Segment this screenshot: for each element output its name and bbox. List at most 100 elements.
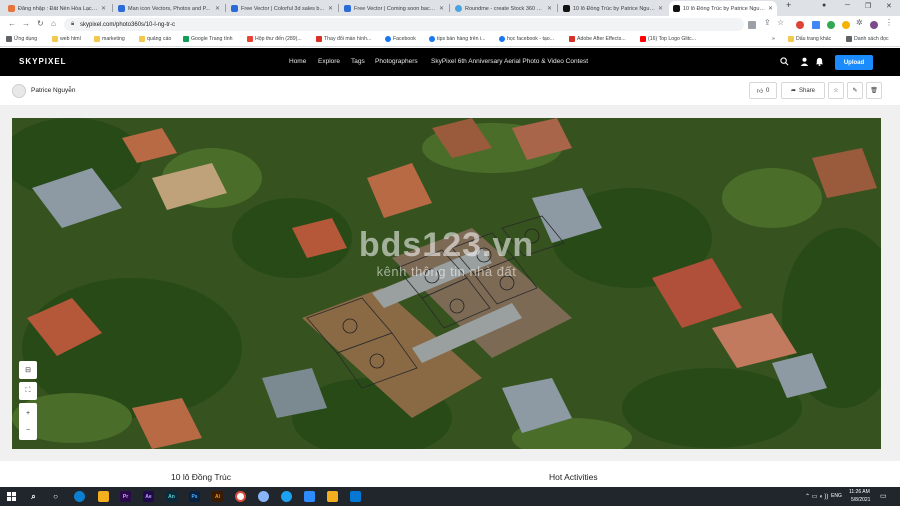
tab-close-icon[interactable]: ✕ bbox=[439, 5, 444, 12]
browser-tab[interactable]: 10 lô Đồng Trúc by Patrice Nguy... ✕ bbox=[559, 1, 667, 16]
browser-tab-active[interactable]: 10 lô Đồng Trúc by Patrice Nguy... ✕ bbox=[669, 1, 777, 16]
lock-icon[interactable]: 🔒︎ bbox=[71, 21, 74, 28]
bookmark-link[interactable]: Adobe After Effects... bbox=[569, 36, 626, 42]
bookmark-link[interactable]: Google Trang tính bbox=[183, 36, 233, 42]
skypixel-logo[interactable]: SKYPIXEL bbox=[19, 57, 67, 66]
share-page-icon[interactable]: ⇪ bbox=[764, 18, 771, 27]
vr-mode-button[interactable]: ⊟ bbox=[19, 361, 37, 379]
search-icon[interactable] bbox=[780, 57, 789, 68]
minimize-button[interactable]: ─ bbox=[845, 2, 850, 9]
nav-tags[interactable]: Tags bbox=[351, 58, 365, 65]
file-explorer-icon[interactable] bbox=[98, 491, 109, 502]
screen-cast-icon[interactable] bbox=[748, 21, 756, 29]
after-effects-icon[interactable]: Ae bbox=[143, 491, 154, 502]
animate-icon[interactable]: An bbox=[166, 491, 177, 502]
like-button[interactable]: 👍︎ 0 bbox=[749, 82, 777, 99]
reading-list[interactable]: Danh sách đọc bbox=[846, 36, 889, 42]
tab-close-icon[interactable]: ✕ bbox=[101, 5, 106, 12]
address-bar[interactable]: 🔒︎ skypixel.com/photo360s/10-l-ng-tr-c bbox=[64, 18, 744, 31]
app-icon[interactable] bbox=[350, 491, 361, 502]
photoshop-icon[interactable]: Ps bbox=[189, 491, 200, 502]
clock-time[interactable]: 11:26 AM bbox=[849, 489, 870, 495]
favorite-button[interactable]: ☆ bbox=[828, 82, 844, 99]
extension-icon[interactable] bbox=[842, 21, 850, 29]
aerial-360-photo[interactable]: bds123.vn kênh thông tin nhà đất bbox=[12, 118, 881, 449]
nav-explore[interactable]: Explore bbox=[318, 58, 340, 65]
upload-button[interactable]: Upload bbox=[835, 55, 873, 70]
new-tab-button[interactable]: + bbox=[786, 0, 791, 10]
bookmark-star-icon[interactable]: ☆ bbox=[777, 18, 784, 27]
folder-icon[interactable] bbox=[327, 491, 338, 502]
browser-tab[interactable]: Roundme - create Stock 360 VR... ✕ bbox=[451, 1, 556, 16]
browser-tab[interactable]: Free Vector | Colorful 3d sales b... ✕ bbox=[227, 1, 337, 16]
zoom-app-icon[interactable] bbox=[304, 491, 315, 502]
language-indicator[interactable]: ENG bbox=[831, 493, 842, 499]
extensions-puzzle-icon[interactable]: ✲ bbox=[856, 18, 863, 27]
bookmark-link[interactable]: tips bán hàng trên i... bbox=[429, 36, 485, 42]
avatar[interactable] bbox=[12, 84, 26, 98]
bookmarks-bar: Ứng dụng web html marketing quảng cáo Go… bbox=[0, 33, 900, 47]
back-icon[interactable]: ← bbox=[8, 19, 16, 28]
bookmarks-overflow-chevron-icon[interactable]: » bbox=[772, 36, 775, 42]
menu-dots-icon[interactable]: ⋮ bbox=[885, 18, 893, 27]
edit-button[interactable]: ✎ bbox=[847, 82, 863, 99]
app-icon[interactable] bbox=[281, 491, 292, 502]
bookmark-link[interactable]: Hộp thư đến (289)... bbox=[247, 36, 302, 42]
extension-icon[interactable] bbox=[827, 21, 835, 29]
search-icon[interactable]: ⌕ bbox=[28, 491, 39, 502]
zoom-in-icon[interactable]: + bbox=[26, 405, 30, 422]
home-icon[interactable]: ⌂ bbox=[51, 19, 56, 28]
edge-icon[interactable] bbox=[74, 491, 85, 502]
url-text: skypixel.com/photo360s/10-l-ng-tr-c bbox=[80, 21, 176, 28]
clock-date[interactable]: 5/8/2021 bbox=[851, 497, 870, 503]
reading-list-icon bbox=[846, 36, 852, 42]
share-button[interactable]: ➦ Share bbox=[781, 82, 825, 99]
nav-contest[interactable]: SkyPixel 6th Anniversary Aerial Photo & … bbox=[431, 58, 588, 65]
bookmark-link[interactable]: Facebook bbox=[385, 36, 416, 42]
bookmark-folder[interactable]: marketing bbox=[94, 36, 125, 42]
bookmark-folder-other[interactable]: Dấu trang khác bbox=[788, 36, 831, 42]
premiere-icon[interactable]: Pr bbox=[120, 491, 131, 502]
close-window-button[interactable]: ✕ bbox=[886, 2, 892, 10]
notification-bell-icon[interactable] bbox=[815, 57, 824, 68]
reload-icon[interactable]: ↻ bbox=[37, 19, 44, 28]
system-tray-icons[interactable]: ⌃ ▭ ◖ )) bbox=[805, 493, 828, 500]
tab-close-icon[interactable]: ✕ bbox=[658, 5, 663, 12]
browser-tab[interactable]: Free Vector | Coming soon backg... ✕ bbox=[340, 1, 448, 16]
thumbs-up-icon: 👍︎ bbox=[756, 88, 763, 95]
tab-close-icon[interactable]: ✕ bbox=[328, 5, 333, 12]
maximize-button[interactable]: ❐ bbox=[865, 2, 871, 10]
extension-icon[interactable] bbox=[812, 21, 820, 29]
notification-center-icon[interactable]: ▭ bbox=[880, 492, 887, 500]
browser-tab[interactable]: Đăng nhập : Đất Nền Hòa Lạc - ... ✕ bbox=[4, 1, 110, 16]
gmail-icon bbox=[247, 36, 253, 42]
bookmark-link[interactable]: học facebook - tạo... bbox=[499, 36, 554, 42]
bookmark-link[interactable]: (16) Top Logo Glitc... bbox=[640, 36, 696, 42]
nav-photographers[interactable]: Photographers bbox=[375, 58, 418, 65]
author-name[interactable]: Patrice Nguyễn bbox=[31, 87, 75, 94]
illustrator-icon[interactable]: Ai bbox=[212, 491, 223, 502]
windows-start-icon[interactable] bbox=[6, 491, 17, 502]
browser-tab[interactable]: Man icon Vectors, Photos and P... ✕ bbox=[114, 1, 224, 16]
forward-icon[interactable]: → bbox=[22, 19, 30, 28]
bookmark-link[interactable]: Thay đổi màn hình... bbox=[316, 36, 371, 42]
bookmark-apps[interactable]: Ứng dụng bbox=[6, 36, 37, 42]
bookmark-folder[interactable]: web html bbox=[52, 36, 81, 42]
nav-home[interactable]: Home bbox=[289, 58, 306, 65]
fullscreen-button[interactable]: ⛶ bbox=[19, 382, 37, 400]
bookmark-folder[interactable]: quảng cáo bbox=[139, 36, 171, 42]
chrome-icon[interactable] bbox=[235, 491, 246, 502]
delete-button[interactable]: 🗑︎ bbox=[866, 82, 882, 99]
user-icon[interactable] bbox=[800, 57, 809, 68]
sheets-icon bbox=[183, 36, 189, 42]
tab-close-icon[interactable]: ✕ bbox=[215, 5, 220, 12]
tab-close-icon[interactable]: ✕ bbox=[768, 5, 773, 12]
extension-icon[interactable] bbox=[796, 21, 804, 29]
zoom-out-icon[interactable]: − bbox=[26, 422, 30, 439]
cortana-icon[interactable]: ○ bbox=[50, 491, 61, 502]
profile-avatar[interactable] bbox=[870, 21, 878, 29]
like-count: 0 bbox=[765, 87, 770, 94]
app-icon[interactable] bbox=[258, 491, 269, 502]
tab-close-icon[interactable]: ✕ bbox=[547, 5, 552, 12]
tab-search-icon[interactable]: ● bbox=[822, 2, 826, 9]
